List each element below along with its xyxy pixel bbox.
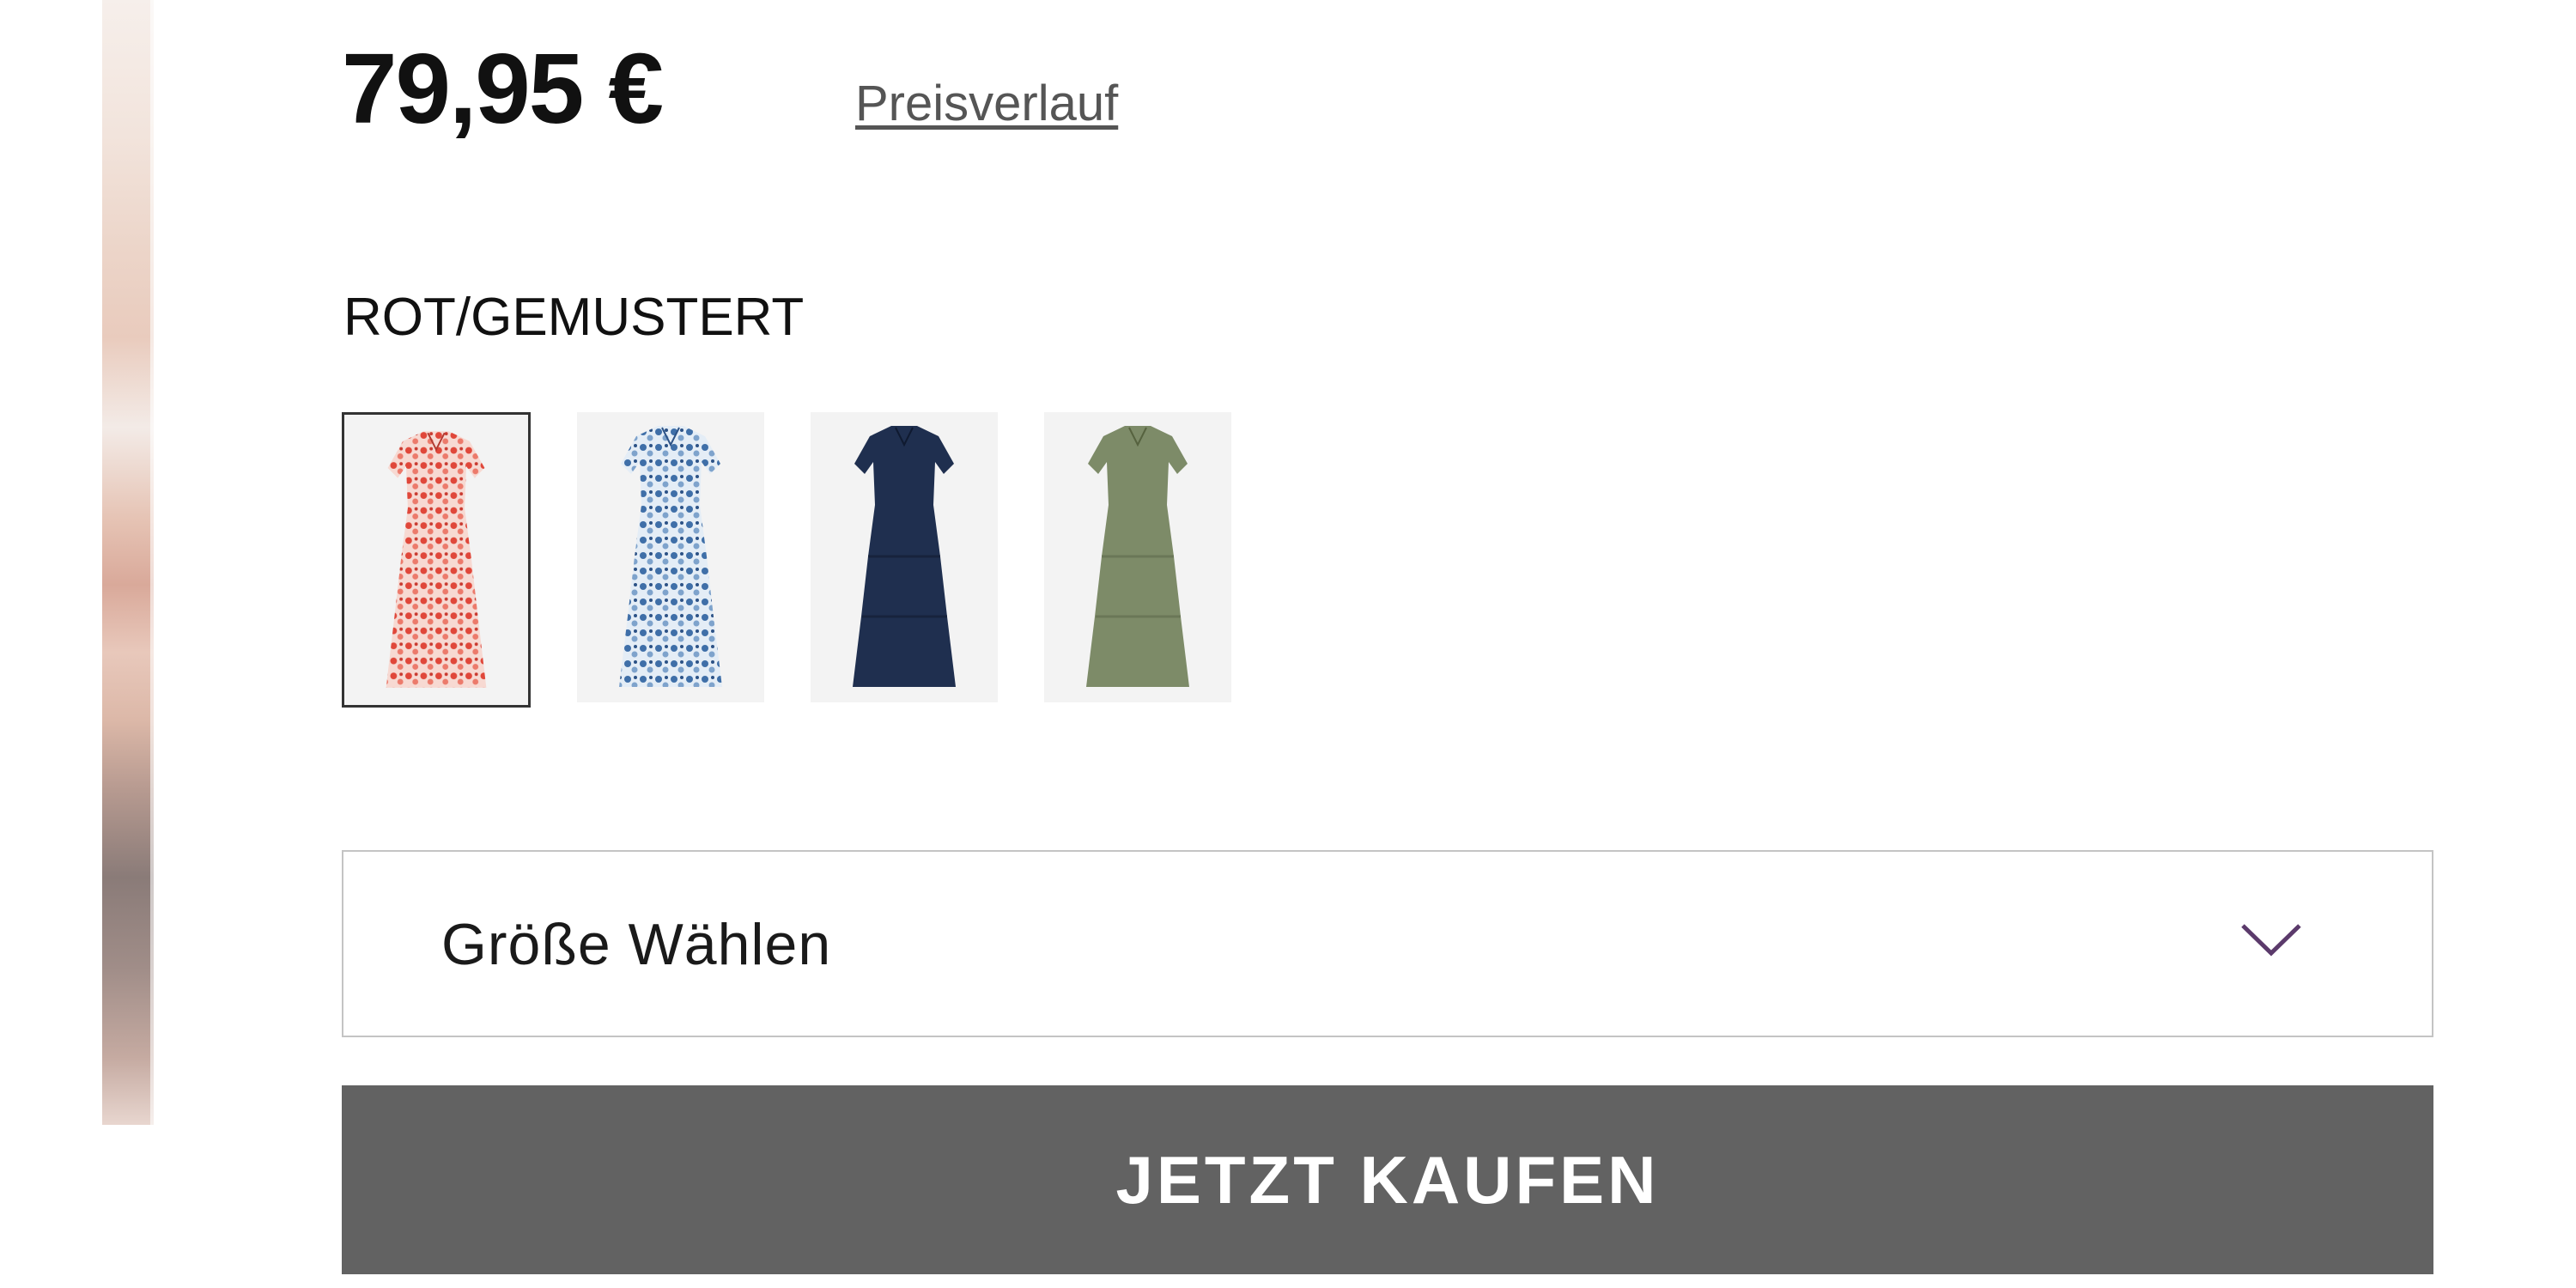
product-detail-panel: 79,95 € Preisverlauf ROT/GEMUSTERT Größe… <box>0 0 2576 1288</box>
price-history-link[interactable]: Preisverlauf <box>855 76 1118 132</box>
dress-thumbnail-icon <box>619 426 722 687</box>
model-photo-edge <box>102 0 154 1125</box>
color-swatch-list <box>342 412 1231 708</box>
color-swatch-red-patterned[interactable] <box>342 412 531 708</box>
color-swatch-khaki[interactable] <box>1044 412 1231 702</box>
color-swatch-blue-patterned[interactable] <box>577 412 764 702</box>
size-select-dropdown[interactable]: Größe Wählen <box>342 850 2433 1037</box>
dress-thumbnail-icon <box>386 431 487 688</box>
product-price: 79,95 € <box>342 33 664 144</box>
dress-thumbnail-icon <box>853 426 956 687</box>
chevron-down-icon <box>2241 924 2301 957</box>
buy-now-button[interactable]: JETZT KAUFEN <box>342 1085 2433 1274</box>
dress-thumbnail-icon <box>1086 426 1189 687</box>
color-swatch-navy[interactable] <box>811 412 998 702</box>
size-select-label: Größe Wählen <box>441 912 832 977</box>
selected-color-label: ROT/GEMUSTERT <box>343 288 805 347</box>
